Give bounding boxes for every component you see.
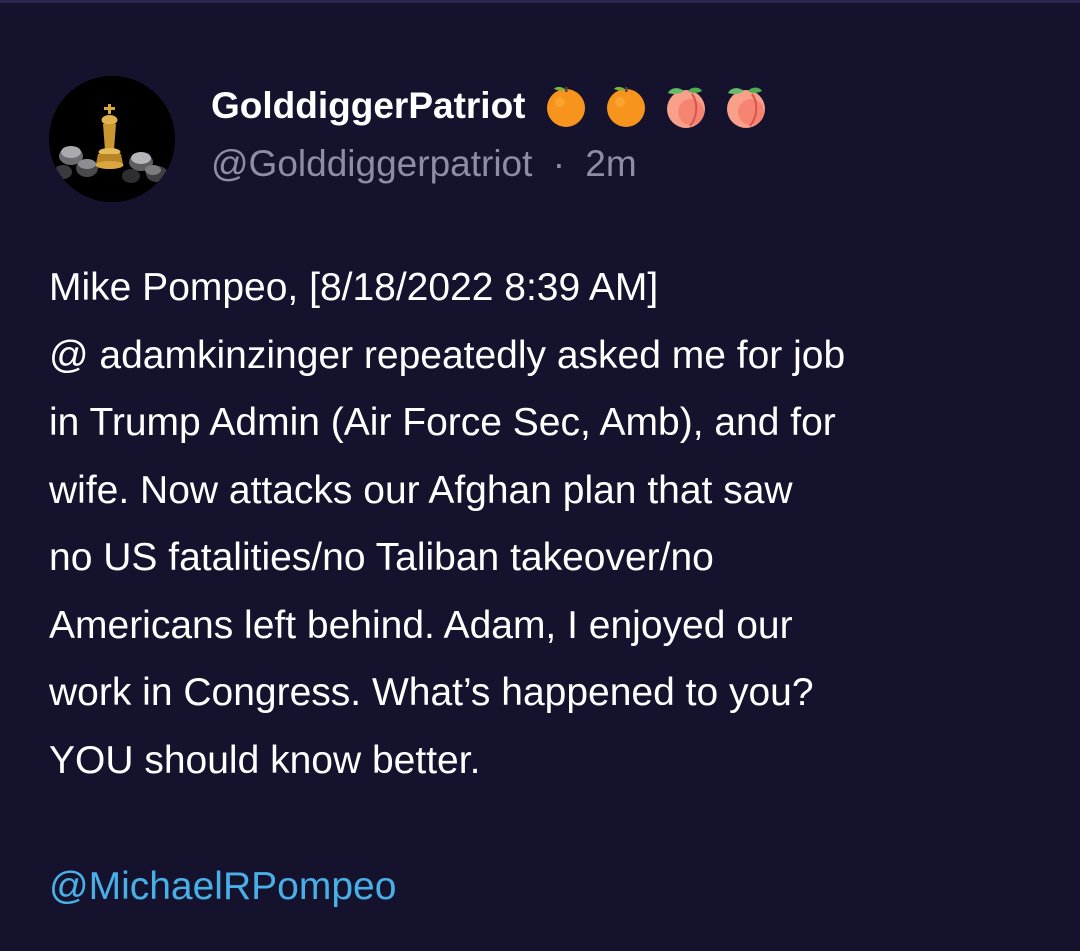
meta-separator: · bbox=[552, 143, 566, 184]
post-body-line: Americans left behind. Adam, I enjoyed o… bbox=[49, 603, 793, 647]
orange-icon bbox=[542, 82, 590, 130]
mention-link[interactable]: @MichaelRPompeo bbox=[49, 853, 396, 920]
author-handle[interactable]: @Golddiggerpatriot bbox=[211, 143, 532, 184]
post-body-line: YOU should know better. bbox=[49, 738, 481, 782]
post-timestamp[interactable]: 2m bbox=[585, 143, 636, 184]
top-divider bbox=[0, 0, 1080, 3]
post-body-line: wife. Now attacks our Afghan plan that s… bbox=[49, 468, 793, 512]
post-body-line: @ adamkinzinger repeatedly asked me for … bbox=[49, 333, 846, 377]
post-body-line: work in Congress. What’s happened to you… bbox=[49, 671, 814, 714]
post-body: Mike Pompeo, [8/18/2022 8:39 AM] @ adamk… bbox=[49, 254, 1049, 794]
post-screen: GolddiggerPatriot @Golddiggerpatriot · 2… bbox=[0, 0, 1080, 951]
orange-icon bbox=[602, 82, 650, 130]
name-emojis bbox=[542, 82, 782, 130]
author-avatar[interactable] bbox=[49, 76, 175, 202]
author-display-name[interactable]: GolddiggerPatriot bbox=[211, 85, 526, 127]
chess-king-avatar-icon bbox=[49, 76, 175, 202]
peach-icon bbox=[662, 82, 710, 130]
post-body-line: in Trump Admin (Air Force Sec, Amb), and… bbox=[49, 401, 836, 444]
post-body-line: no US fatalities/no Taliban takeover/no bbox=[49, 536, 714, 579]
author-handle-row: @Golddiggerpatriot · 2m bbox=[211, 143, 637, 185]
author-name-row: GolddiggerPatriot bbox=[211, 78, 782, 134]
post-body-line: Mike Pompeo, [8/18/2022 8:39 AM] bbox=[49, 266, 659, 309]
peach-icon bbox=[722, 82, 770, 130]
